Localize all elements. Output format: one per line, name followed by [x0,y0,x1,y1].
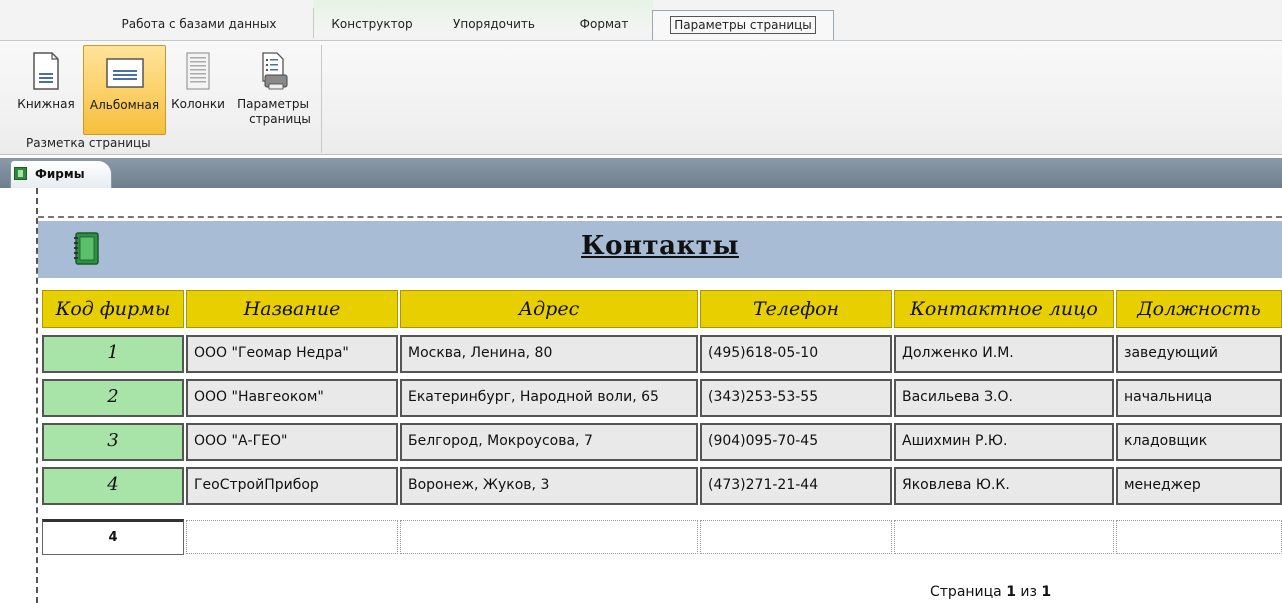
footer-placeholder-name [186,520,398,554]
access-report-window: Работа с базами данных Конструктор Упоря… [0,0,1282,603]
row-4-position: менеджер [1116,467,1282,505]
group-separator [321,45,322,153]
row-4-contact: Яковлева Ю.К. [894,467,1114,505]
column-header-name: Название [186,290,398,328]
row-2-contact: Васильева З.О. [894,379,1114,417]
portrait-page-icon [33,52,59,90]
row-4-name: ГеоСтройПрибор [186,467,398,505]
tab-format[interactable]: Формат [568,13,640,35]
footer-placeholder-contact [894,520,1114,554]
page-setup-icon [262,52,288,90]
column-header-address: Адрес [400,290,698,328]
margin-guide-horizontal [38,216,1282,218]
page-setup-button[interactable]: Параметры страницы [230,45,316,135]
row-3-contact: Ашихмин Р.Ю. [894,423,1114,461]
row-1-position: заведующий [1116,335,1282,373]
row-2-address: Екатеринбург, Народной воли, 65 [400,379,698,417]
landscape-button[interactable]: Альбомная [83,45,166,135]
page-total: 1 [1041,584,1052,600]
page-setup-label: Параметры страницы [230,97,316,127]
row-2-id: 2 [42,379,184,417]
row-4-phone: (473)271-21-44 [700,467,892,505]
row-1-id: 1 [42,335,184,373]
column-header-position: Должность [1116,290,1282,328]
row-2-phone: (343)253-53-55 [700,379,892,417]
tab-arrange[interactable]: Упорядочить [436,13,552,35]
record-count: 4 [42,519,184,555]
page-indicator: Страница 1 из 1 [930,584,1051,600]
column-header-id: Код фирмы [42,290,184,328]
tab-divider [313,8,314,38]
row-1-phone: (495)618-05-10 [700,335,892,373]
row-4-address: Воронеж, Жуков, 3 [400,467,698,505]
tab-database-tools[interactable]: Работа с базами данных [100,13,298,35]
row-4-id: 4 [42,467,184,505]
page-layout-group-label: Разметка страницы [26,136,151,150]
columns-icon [186,52,210,90]
page-setup-label-line1: Параметры [237,97,309,111]
footer-placeholder-phone [700,520,892,554]
page-indicator-prefix: Страница [930,584,1007,600]
column-header-phone: Телефон [700,290,892,328]
landscape-page-icon [105,58,144,88]
page-current: 1 [1006,584,1016,600]
landscape-label: Альбомная [89,98,160,112]
row-1-name: ООО "Геомар Недра" [186,335,398,373]
row-2-name: ООО "Навгеоком" [186,379,398,417]
row-2-position: начальница [1116,379,1282,417]
column-header-contact: Контактное лицо [894,290,1114,328]
row-3-name: ООО "А-ГЕО" [186,423,398,461]
tab-page-setup-label: Параметры страницы [670,16,816,34]
footer-placeholder-address [400,520,698,554]
row-3-id: 3 [42,423,184,461]
document-tab-strip: Фирмы [0,158,1282,188]
document-tab-label: Фирмы [35,167,85,181]
tab-constructor[interactable]: Конструктор [318,13,426,35]
report-preview: Контакты Код фирмы Название Адрес Телефо… [0,188,1282,603]
footer-placeholder-position [1116,520,1282,554]
report-header: Контакты [38,221,1282,278]
row-3-address: Белгород, Мокроусова, 7 [400,423,698,461]
document-tab-firms[interactable]: Фирмы [10,160,112,188]
page-indicator-mid: из [1015,584,1042,600]
ribbon-body: Книжная Альбомная Колонки Параметры стра… [0,40,1282,155]
portrait-button[interactable]: Книжная [10,45,82,135]
row-1-contact: Долженко И.М. [894,335,1114,373]
page-setup-label-line2: страницы [249,112,311,126]
row-1-address: Москва, Ленина, 80 [400,335,698,373]
row-3-phone: (904)095-70-45 [700,423,892,461]
tab-page-setup[interactable]: Параметры страницы [652,10,834,41]
row-3-position: кладовщик [1116,423,1282,461]
portrait-label: Книжная [17,97,75,111]
columns-button[interactable]: Колонки [166,45,230,135]
ribbon-tab-bar: Работа с базами данных Конструктор Упоря… [0,0,1282,41]
report-icon [14,167,27,180]
columns-label: Колонки [171,97,225,111]
report-title: Контакты [581,231,739,261]
